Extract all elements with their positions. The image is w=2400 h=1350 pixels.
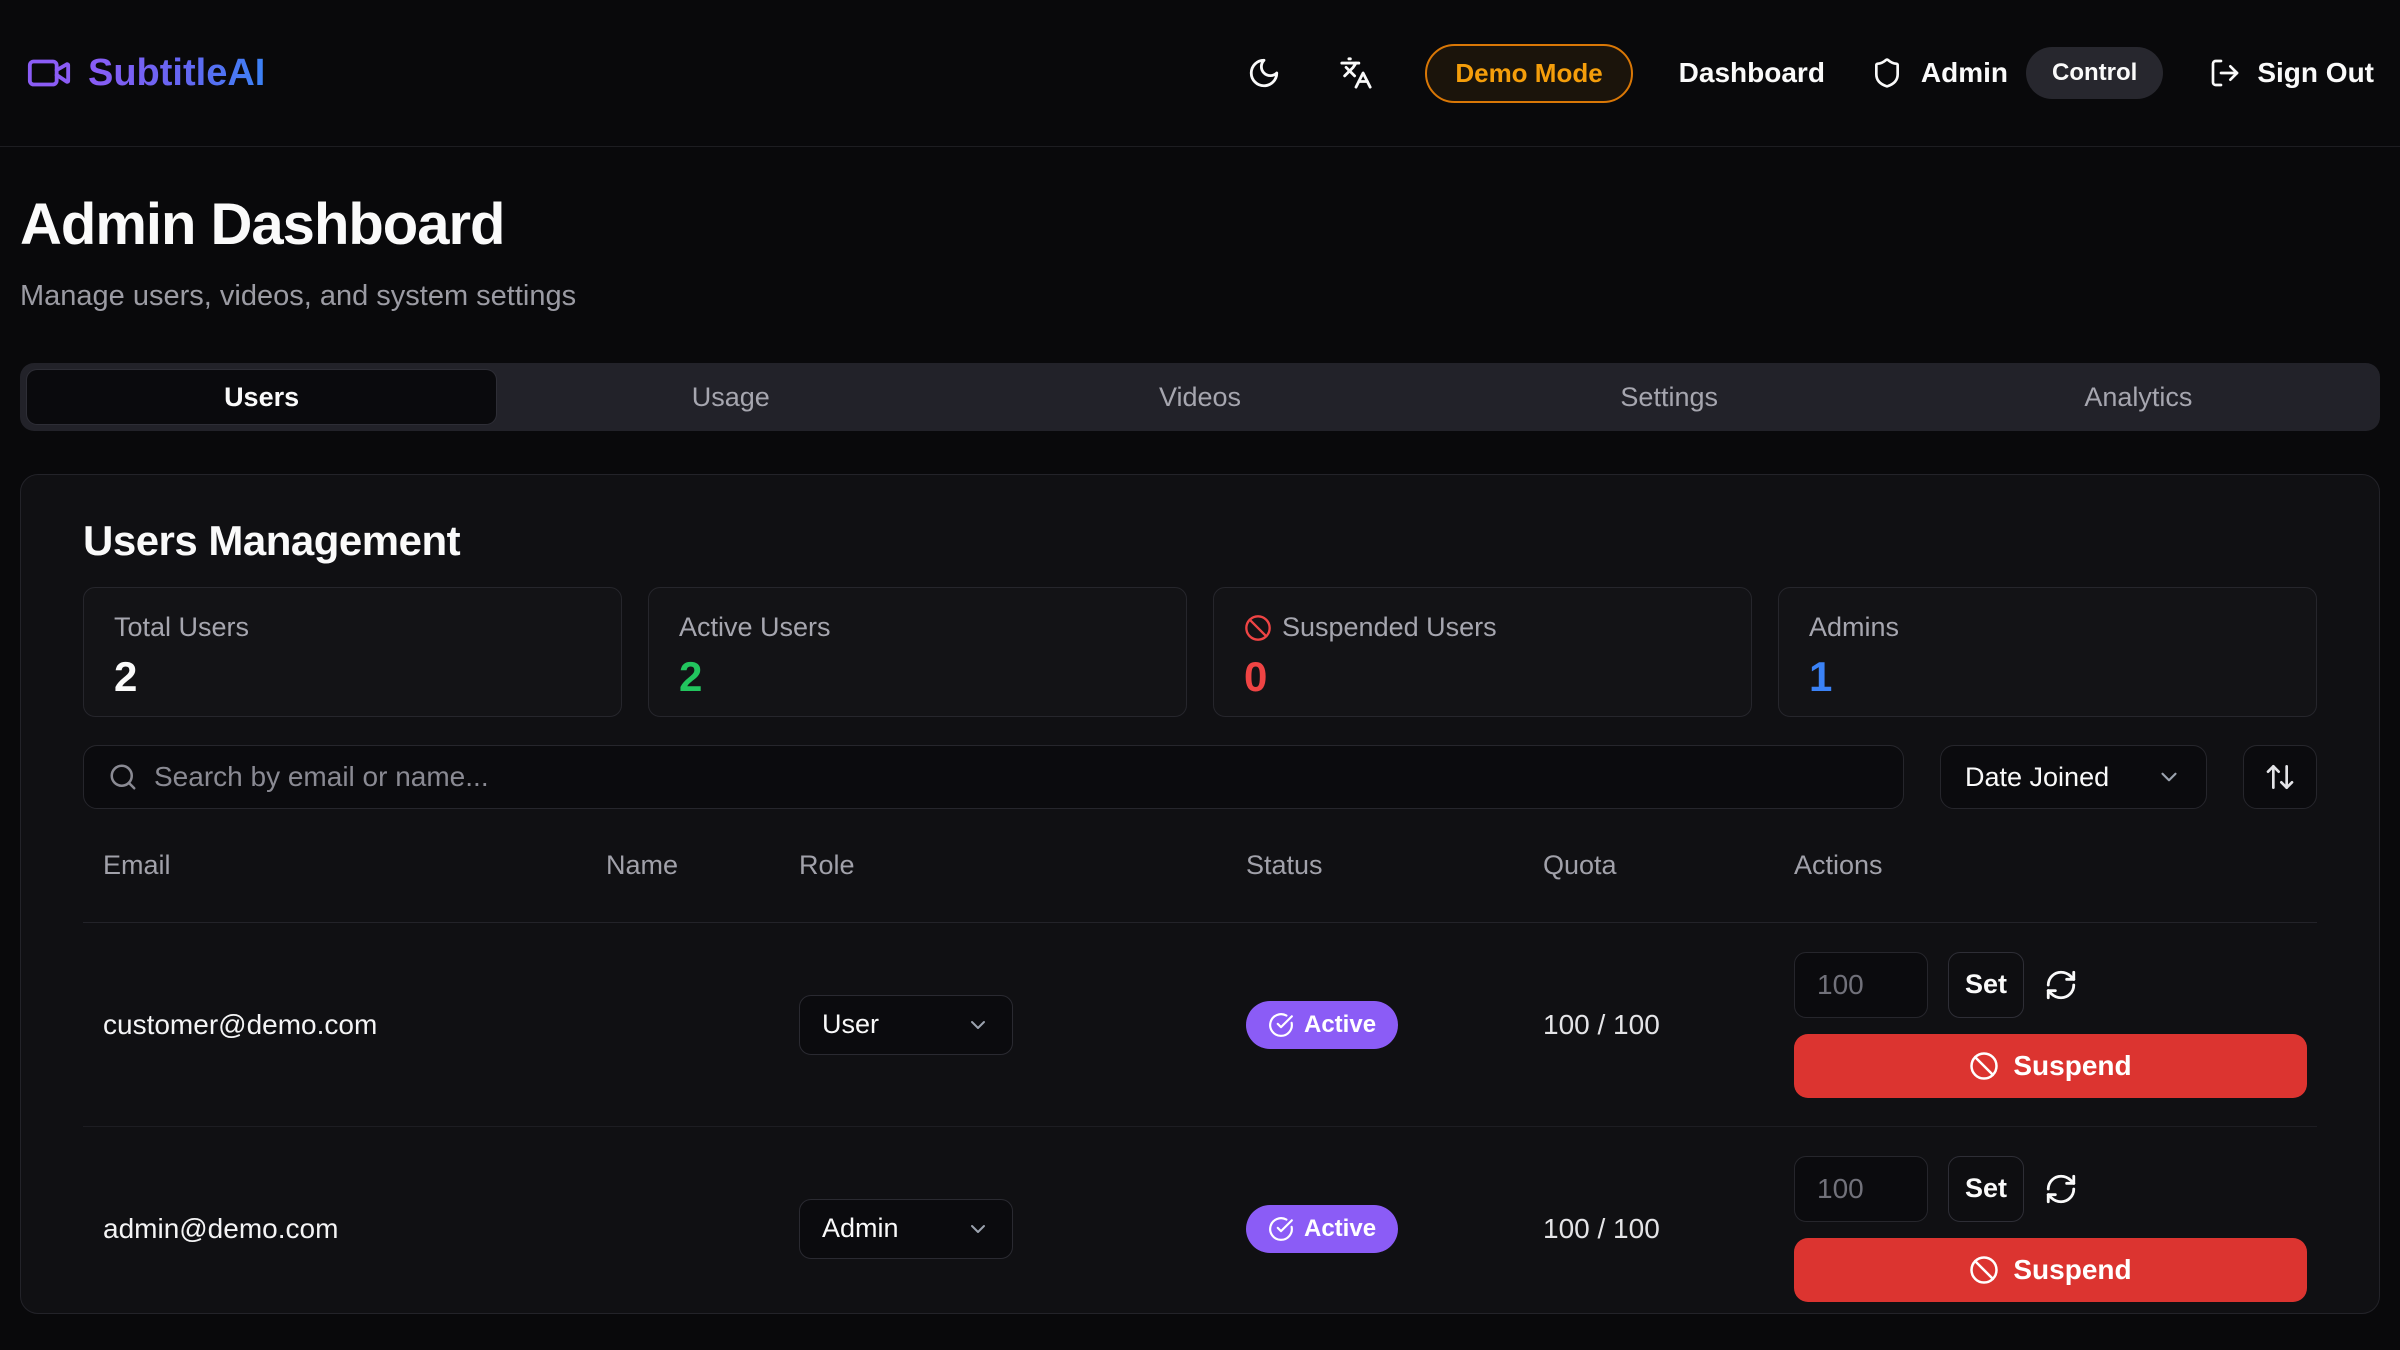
table-row: customer@demo.com User Active 100 / 100 xyxy=(83,923,2317,1127)
suspend-label: Suspend xyxy=(2013,1254,2131,1286)
suspend-button[interactable]: Suspend xyxy=(1794,1034,2307,1098)
col-header-quota: Quota xyxy=(1523,850,1774,881)
log-out-icon xyxy=(2209,57,2241,89)
check-circle-icon xyxy=(1268,1012,1294,1038)
search-input[interactable] xyxy=(154,761,1879,793)
language-button[interactable] xyxy=(1333,50,1379,96)
stat-label: Active Users xyxy=(679,612,1156,643)
stat-card-total-users: Total Users 2 xyxy=(83,587,622,717)
check-circle-icon xyxy=(1268,1216,1294,1242)
sort-direction-button[interactable] xyxy=(2243,745,2317,809)
chevron-down-icon xyxy=(966,1013,990,1037)
table-header-row: Email Name Role Status Quota Actions xyxy=(83,809,2317,923)
languages-icon xyxy=(1339,56,1373,90)
stat-card-suspended-users: Suspended Users 0 xyxy=(1213,587,1752,717)
video-camera-icon xyxy=(26,50,72,96)
user-email: customer@demo.com xyxy=(83,1009,586,1041)
table-row: admin@demo.com Admin Active 100 / 100 xyxy=(83,1127,2317,1314)
row-actions: Set Suspend xyxy=(1774,952,2317,1098)
stat-value: 1 xyxy=(1809,653,2286,701)
search-icon xyxy=(108,762,138,792)
moon-icon xyxy=(1247,56,1281,90)
status-label: Active xyxy=(1304,1215,1376,1243)
col-header-role: Role xyxy=(779,850,1226,881)
sign-out-button[interactable]: Sign Out xyxy=(2209,57,2374,89)
tab-bar: Users Usage Videos Settings Analytics xyxy=(20,363,2380,431)
chevron-down-icon xyxy=(2156,764,2182,790)
stat-label: Suspended Users xyxy=(1282,612,1497,643)
quota-value: 100 / 100 xyxy=(1523,1213,1774,1245)
admin-user-cluster: Admin Control xyxy=(1871,47,2163,99)
col-header-name: Name xyxy=(586,850,779,881)
stat-value: 2 xyxy=(679,653,1156,701)
role-select[interactable]: User xyxy=(799,995,1013,1055)
search-box xyxy=(83,745,1904,809)
stat-value: 2 xyxy=(114,653,591,701)
top-navbar: SubtitleAI Demo Mode Dashboard Admin Con… xyxy=(0,0,2400,147)
dashboard-link[interactable]: Dashboard xyxy=(1679,57,1825,89)
set-quota-button[interactable]: Set xyxy=(1948,1156,2024,1222)
status-label: Active xyxy=(1304,1011,1376,1039)
users-management-card: Users Management Total Users 2 Active Us… xyxy=(20,474,2380,1314)
brand-logo[interactable]: SubtitleAI xyxy=(26,50,265,96)
ban-icon xyxy=(1969,1051,1999,1081)
arrow-up-down-icon xyxy=(2264,761,2296,793)
quota-input[interactable] xyxy=(1794,952,1928,1018)
user-email: admin@demo.com xyxy=(83,1213,586,1245)
stat-label: Total Users xyxy=(114,612,591,643)
section-heading: Users Management xyxy=(83,517,2317,565)
role-value: Admin xyxy=(822,1213,899,1244)
page-title: Admin Dashboard xyxy=(20,191,2380,258)
stats-row: Total Users 2 Active Users 2 Suspended U… xyxy=(83,587,2317,717)
stat-value: 0 xyxy=(1244,653,1721,701)
status-badge: Active xyxy=(1246,1205,1398,1253)
sort-field-value: Date Joined xyxy=(1965,762,2109,793)
sign-out-label: Sign Out xyxy=(2257,57,2374,89)
tab-users[interactable]: Users xyxy=(27,370,496,424)
col-header-status: Status xyxy=(1226,850,1523,881)
chevron-down-icon xyxy=(966,1217,990,1241)
role-select[interactable]: Admin xyxy=(799,1199,1013,1259)
tab-usage[interactable]: Usage xyxy=(496,370,965,424)
quota-input[interactable] xyxy=(1794,1156,1928,1222)
shield-icon xyxy=(1871,57,1903,89)
stat-label: Admins xyxy=(1809,612,2286,643)
theme-toggle-button[interactable] xyxy=(1241,50,1287,96)
role-value: User xyxy=(822,1009,879,1040)
refresh-quota-button[interactable] xyxy=(2044,1172,2078,1206)
refresh-quota-button[interactable] xyxy=(2044,968,2078,1002)
ban-icon xyxy=(1969,1255,1999,1285)
col-header-email: Email xyxy=(83,850,586,881)
tab-videos[interactable]: Videos xyxy=(965,370,1434,424)
quota-value: 100 / 100 xyxy=(1523,1009,1774,1041)
stat-card-active-users: Active Users 2 xyxy=(648,587,1187,717)
search-toolbar: Date Joined xyxy=(83,745,2317,809)
col-header-actions: Actions xyxy=(1774,850,2317,881)
ban-icon xyxy=(1244,614,1272,642)
control-badge: Control xyxy=(2026,47,2163,99)
refresh-icon xyxy=(2044,1172,2078,1206)
suspend-button[interactable]: Suspend xyxy=(1794,1238,2307,1302)
admin-username: Admin xyxy=(1921,57,2008,89)
page-subtitle: Manage users, videos, and system setting… xyxy=(20,280,2380,313)
sort-field-select[interactable]: Date Joined xyxy=(1940,745,2207,809)
refresh-icon xyxy=(2044,968,2078,1002)
tab-settings[interactable]: Settings xyxy=(1435,370,1904,424)
tab-analytics[interactable]: Analytics xyxy=(1904,370,2373,424)
suspend-label: Suspend xyxy=(2013,1050,2131,1082)
users-table: Email Name Role Status Quota Actions cus… xyxy=(83,809,2317,1314)
set-quota-button[interactable]: Set xyxy=(1948,952,2024,1018)
stat-card-admins: Admins 1 xyxy=(1778,587,2317,717)
row-actions: Set Suspend xyxy=(1774,1156,2317,1302)
brand-name: SubtitleAI xyxy=(88,52,265,95)
demo-mode-badge: Demo Mode xyxy=(1425,44,1632,103)
status-badge: Active xyxy=(1246,1001,1398,1049)
